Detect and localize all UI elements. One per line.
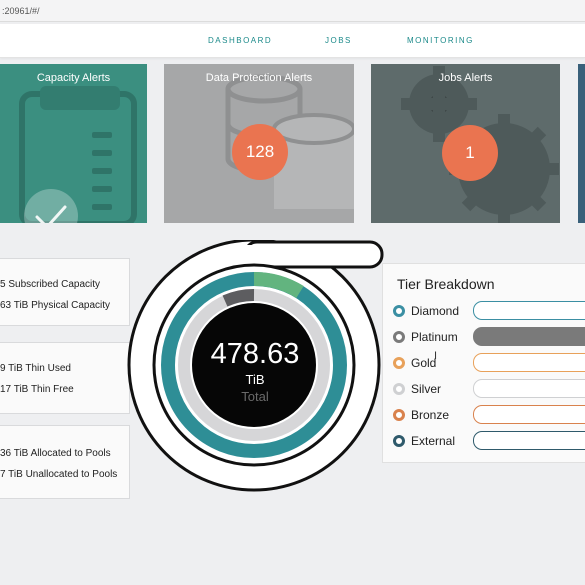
tier-capacity-bar	[473, 301, 585, 320]
top-navigation: DASHBOARD JOBS MONITORING	[0, 24, 585, 58]
tier-capacity-bar	[473, 379, 585, 398]
tier-capacity-bar	[473, 353, 585, 372]
tier-dot-icon	[393, 383, 405, 395]
capacity-alerts-tile[interactable]: Capacity Alerts	[0, 64, 147, 223]
nav-monitoring[interactable]: MONITORING	[407, 36, 474, 45]
check-icon	[24, 189, 78, 223]
nav-dashboard[interactable]: DASHBOARD	[208, 36, 272, 45]
tier-row-diamond[interactable]: Diamond	[391, 301, 585, 321]
tier-label: External	[411, 434, 456, 448]
tier-row-platinum[interactable]: Platinum	[391, 327, 585, 347]
tier-breakdown-title: Tier Breakdown	[397, 276, 495, 292]
thin-used-text: 9 TiB Thin Used	[0, 363, 71, 374]
data-protection-alerts-tile[interactable]: Data Protection Alerts 128	[164, 64, 354, 223]
physical-capacity-text: 63 TiB Physical Capacity	[0, 300, 111, 311]
tier-breakdown-panel: Tier Breakdown Diamond Platinum Gold Silver…	[382, 263, 585, 463]
gauge-unit: TiB	[245, 372, 265, 387]
tier-label: Silver	[411, 382, 442, 396]
allocated-to-pools-text: 36 TiB Allocated to Pools	[0, 448, 111, 459]
text-cursor-icon: I	[434, 350, 438, 362]
tier-dot-icon	[393, 357, 405, 369]
tier-label: Platinum	[411, 330, 458, 344]
tier-dot-icon	[393, 305, 405, 317]
thin-capacity-card: 9 TiB Thin Used 17 TiB Thin Free	[0, 342, 130, 414]
capacity-alerts-title: Capacity Alerts	[36, 72, 111, 84]
url-text[interactable]: :20961/#/	[2, 6, 40, 16]
capacity-summary-card: 5 Subscribed Capacity 63 TiB Physical Ca…	[0, 258, 130, 326]
jobs-alerts-title: Jobs Alerts	[438, 72, 493, 84]
browser-address-bar[interactable]: :20961/#/	[0, 0, 585, 22]
tier-capacity-bar	[473, 431, 585, 450]
data-protection-count-badge: 128	[232, 124, 288, 180]
tier-row-gold[interactable]: Gold	[391, 353, 585, 373]
tier-capacity-bar	[473, 405, 585, 424]
data-protection-alerts-title: Data Protection Alerts	[205, 72, 313, 84]
jobs-alerts-tile[interactable]: Jobs Alerts 1	[371, 64, 560, 223]
jobs-count-badge: 1	[442, 125, 498, 181]
tier-label: Gold	[411, 356, 437, 370]
tier-row-silver[interactable]: Silver	[391, 379, 585, 399]
gauge-label: Total	[241, 389, 269, 404]
tier-dot-icon	[393, 435, 405, 447]
thin-free-text: 17 TiB Thin Free	[0, 384, 74, 395]
nav-jobs[interactable]: JOBS	[325, 36, 352, 45]
subscribed-capacity-text: 5 Subscribed Capacity	[0, 279, 101, 290]
unallocated-to-pools-text: 7 TiB Unallocated to Pools	[0, 469, 118, 480]
tier-dot-icon	[393, 331, 405, 343]
tier-label: Diamond	[411, 304, 460, 318]
tier-capacity-bar	[473, 327, 585, 346]
tier-row-external[interactable]: External	[391, 431, 585, 451]
pool-allocation-card: 36 TiB Allocated to Pools 7 TiB Unalloca…	[0, 425, 130, 499]
tier-row-bronze[interactable]: Bronze	[391, 405, 585, 425]
tier-label: Bronze	[411, 408, 450, 422]
partial-alert-tile[interactable]	[578, 64, 585, 223]
gauge-value: 478.63	[210, 338, 300, 370]
tier-dot-icon	[393, 409, 405, 421]
